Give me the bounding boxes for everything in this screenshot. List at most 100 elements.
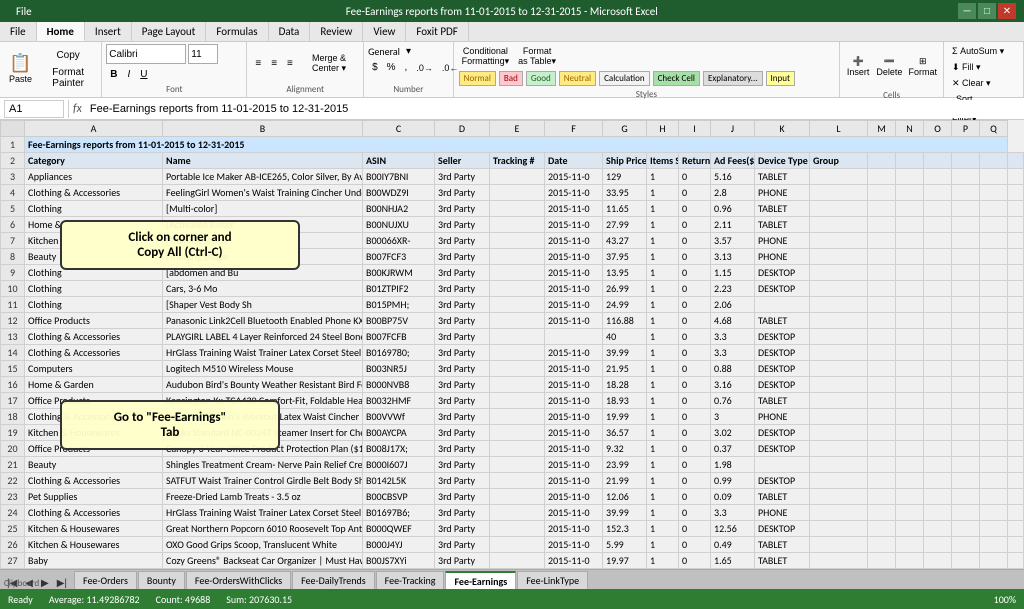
cell-9-16[interactable]	[980, 281, 1008, 297]
col-header-l[interactable]: L	[810, 121, 868, 137]
cell-21-3[interactable]: 3rd Party	[435, 473, 490, 489]
row-header-27[interactable]: 27	[1, 553, 25, 569]
cell-2-12[interactable]	[868, 169, 896, 185]
cell-11-2[interactable]: B00BP75V	[363, 313, 435, 329]
header-cell-4[interactable]: Tracking #	[490, 153, 545, 169]
cell-22-14[interactable]	[924, 489, 952, 505]
cell-19-1[interactable]: Canopy 3-Year Office Product Protection …	[163, 441, 363, 457]
cell-17-2[interactable]: B00VVWf	[363, 409, 435, 425]
header-cell-17[interactable]	[1008, 153, 1024, 169]
cell-20-14[interactable]	[924, 457, 952, 473]
cell-21-0[interactable]: Clothing & Accessories	[25, 473, 163, 489]
cell-19-4[interactable]	[490, 441, 545, 457]
cell-12-1[interactable]: PLAYGIRL LABEL 4 Layer Reinforced 24 Ste…	[163, 329, 363, 345]
cell-17-0[interactable]: Clothing & Accessories	[25, 409, 163, 425]
col-header-g[interactable]: G	[603, 121, 647, 137]
fill-button[interactable]: ⬇ Fill ▾	[948, 60, 985, 75]
cell-5-15[interactable]	[952, 217, 980, 233]
cell-12-9[interactable]: 3.3	[711, 329, 755, 345]
cell-6-16[interactable]	[980, 233, 1008, 249]
cell-15-6[interactable]: 18.28	[603, 377, 647, 393]
cell-6-13[interactable]	[896, 233, 924, 249]
cell-14-9[interactable]: 0.88	[711, 361, 755, 377]
cell-16-17[interactable]	[1008, 393, 1024, 409]
cell-22-7[interactable]: 1	[647, 489, 679, 505]
cell-18-13[interactable]	[896, 425, 924, 441]
cell-21-15[interactable]	[952, 473, 980, 489]
cell-7-7[interactable]: 1	[647, 249, 679, 265]
cell-27-8[interactable]: 0	[679, 569, 711, 570]
cell-18-16[interactable]	[980, 425, 1008, 441]
row-header-19[interactable]: 19	[1, 425, 25, 441]
cell-20-2[interactable]: B000I607J	[363, 457, 435, 473]
italic-button[interactable]: I	[124, 67, 135, 82]
cell-10-2[interactable]: B015PMH;	[363, 297, 435, 313]
cell-26-6[interactable]: 19.97	[603, 553, 647, 569]
cell-20-11[interactable]	[810, 457, 868, 473]
cell-4-11[interactable]	[810, 201, 868, 217]
row-header-8[interactable]: 8	[1, 249, 25, 265]
cell-7-9[interactable]: 3.13	[711, 249, 755, 265]
style-neutral[interactable]: Neutral	[559, 71, 596, 86]
cell-22-5[interactable]: 2015-11-0	[545, 489, 603, 505]
cell-5-17[interactable]	[1008, 217, 1024, 233]
cell-18-14[interactable]	[924, 425, 952, 441]
ribbon-tab-view[interactable]: View	[363, 22, 406, 41]
cell-8-12[interactable]	[868, 265, 896, 281]
cell-15-2[interactable]: B000NVB8	[363, 377, 435, 393]
cell-13-9[interactable]: 3.3	[711, 345, 755, 361]
cell-11-9[interactable]: 4.68	[711, 313, 755, 329]
cell-9-10[interactable]: DESKTOP	[755, 281, 810, 297]
cell-10-3[interactable]: 3rd Party	[435, 297, 490, 313]
cell-22-15[interactable]	[952, 489, 980, 505]
cell-12-10[interactable]: DESKTOP	[755, 329, 810, 345]
cell-15-13[interactable]	[896, 377, 924, 393]
cell-17-5[interactable]: 2015-11-0	[545, 409, 603, 425]
cell-4-10[interactable]: TABLET	[755, 201, 810, 217]
cell-13-10[interactable]: DESKTOP	[755, 345, 810, 361]
cell-14-10[interactable]: DESKTOP	[755, 361, 810, 377]
cell-19-3[interactable]: 3rd Party	[435, 441, 490, 457]
cell-18-8[interactable]: 0	[679, 425, 711, 441]
cell-17-8[interactable]: 0	[679, 409, 711, 425]
format-button[interactable]: ⊞ Format	[907, 44, 939, 88]
cell-2-2[interactable]: B00IY7BNI	[363, 169, 435, 185]
cell-14-2[interactable]: B003NR5J	[363, 361, 435, 377]
cell-24-13[interactable]	[896, 521, 924, 537]
cell-11-17[interactable]	[1008, 313, 1024, 329]
cell-10-14[interactable]	[924, 297, 952, 313]
cell-2-5[interactable]: 2015-11-0	[545, 169, 603, 185]
cell-23-12[interactable]	[868, 505, 896, 521]
cell-10-0[interactable]: Clothing	[25, 297, 163, 313]
ribbon-tab-review[interactable]: Review	[310, 22, 363, 41]
cell-6-8[interactable]: 0	[679, 233, 711, 249]
cell-8-17[interactable]	[1008, 265, 1024, 281]
cell-11-3[interactable]: 3rd Party	[435, 313, 490, 329]
col-header-b[interactable]: B	[163, 121, 363, 137]
cell-15-5[interactable]: 2015-11-0	[545, 377, 603, 393]
cell-6-12[interactable]	[868, 233, 896, 249]
cell-26-10[interactable]: TABLET	[755, 553, 810, 569]
cell-15-17[interactable]	[1008, 377, 1024, 393]
cell-4-6[interactable]: 11.65	[603, 201, 647, 217]
cell-12-16[interactable]	[980, 329, 1008, 345]
cell-25-17[interactable]	[1008, 537, 1024, 553]
header-cell-2[interactable]: ASIN	[363, 153, 435, 169]
col-header-j[interactable]: J	[711, 121, 755, 137]
format-as-table-button[interactable]: Formatas Table▾	[514, 44, 560, 69]
cell-3-2[interactable]: B00WDZ9I	[363, 185, 435, 201]
cell-19-16[interactable]	[980, 441, 1008, 457]
row-header-5[interactable]: 5	[1, 201, 25, 217]
cell-6-4[interactable]	[490, 233, 545, 249]
cell-14-15[interactable]	[952, 361, 980, 377]
row-header-6[interactable]: 6	[1, 217, 25, 233]
cell-21-10[interactable]: DESKTOP	[755, 473, 810, 489]
cell-25-13[interactable]	[896, 537, 924, 553]
cell-12-13[interactable]	[896, 329, 924, 345]
cell-14-17[interactable]	[1008, 361, 1024, 377]
cell-9-11[interactable]	[810, 281, 868, 297]
cell-11-0[interactable]: Office Products	[25, 313, 163, 329]
cell-7-5[interactable]: 2015-11-0	[545, 249, 603, 265]
cell-23-11[interactable]	[810, 505, 868, 521]
cell-9-4[interactable]	[490, 281, 545, 297]
